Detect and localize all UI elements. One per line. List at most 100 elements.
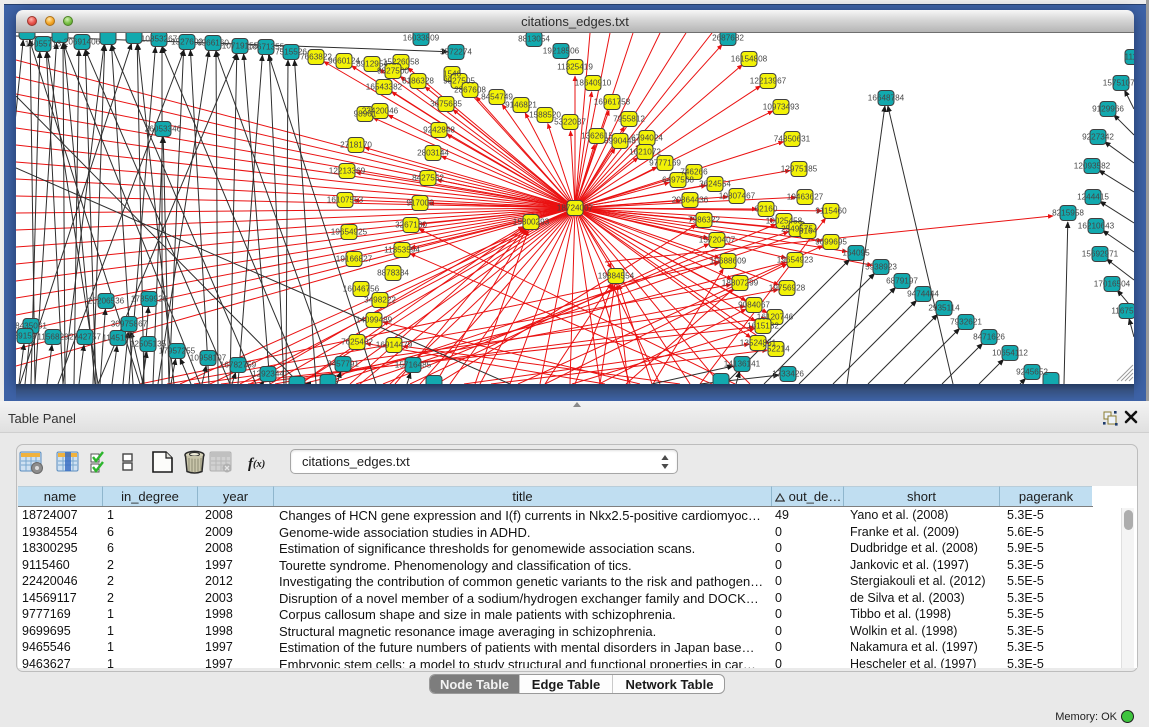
- svg-text:16648784: 16648784: [868, 94, 905, 103]
- svg-text:19654923: 19654923: [777, 256, 814, 265]
- svg-text:1621072: 1621072: [629, 148, 661, 157]
- svg-text:3498222: 3498222: [364, 296, 396, 305]
- svg-text:10807467: 10807467: [719, 192, 756, 201]
- svg-text:8215958: 8215958: [1052, 209, 1084, 218]
- svg-text:16120746: 16120746: [757, 313, 794, 322]
- svg-text:16782759: 16782759: [220, 361, 257, 370]
- svg-text:9084067: 9084067: [738, 301, 770, 310]
- svg-text:7932621: 7932621: [950, 318, 982, 327]
- svg-text:164095: 164095: [842, 249, 870, 258]
- svg-text:252214: 252214: [762, 345, 790, 354]
- svg-text:(x): (x): [253, 459, 265, 470]
- svg-text:9146821: 9146821: [505, 101, 537, 110]
- svg-text:20364436: 20364436: [672, 196, 709, 205]
- svg-text:74850631: 74850631: [774, 135, 811, 144]
- svg-text:16210643: 16210643: [1078, 222, 1115, 231]
- svg-text:3267130: 3267130: [395, 221, 427, 230]
- svg-text:16046756: 16046756: [343, 285, 380, 294]
- svg-text:39159: 39159: [16, 332, 37, 341]
- svg-text:16033809: 16033809: [403, 34, 440, 43]
- svg-text:1292344: 1292344: [252, 370, 284, 379]
- svg-text:917006: 917006: [406, 199, 434, 208]
- svg-text:19756928: 19756928: [769, 284, 806, 293]
- svg-text:8164: 8164: [799, 227, 818, 236]
- svg-text:1244415: 1244415: [1077, 193, 1109, 202]
- svg-text:7955812: 7955812: [613, 115, 645, 124]
- svg-text:8427552: 8427552: [412, 174, 444, 183]
- svg-text:8471626: 8471626: [973, 333, 1005, 342]
- svg-text:19463627: 19463627: [787, 193, 824, 202]
- svg-text:11353594: 11353594: [384, 246, 420, 255]
- svg-text:2803144: 2803144: [417, 149, 449, 158]
- svg-text:6879197: 6879197: [886, 277, 918, 286]
- svg-text:16543382: 16543382: [366, 83, 403, 92]
- svg-text:14099489: 14099489: [356, 316, 393, 325]
- svg-text:9827500: 9827500: [377, 67, 409, 76]
- svg-text:9457791: 9457791: [327, 360, 359, 369]
- svg-text:12975185: 12975185: [781, 165, 818, 174]
- svg-text:19166827: 19166827: [336, 255, 373, 264]
- svg-text:6497568: 6497568: [662, 176, 694, 185]
- svg-text:20206536: 20206536: [88, 297, 125, 306]
- svg-text:6794024: 6794024: [631, 134, 663, 143]
- svg-text:1733426: 1733426: [772, 370, 804, 379]
- svg-text:7625402: 7625402: [341, 338, 373, 347]
- svg-text:3572274: 3572274: [440, 48, 472, 57]
- svg-text:11325419: 11325419: [557, 63, 593, 72]
- svg-text:16107553: 16107553: [327, 196, 364, 205]
- svg-text:20691406: 20691406: [64, 38, 101, 47]
- svg-text:18807299: 18807299: [722, 279, 759, 288]
- svg-text:14055713: 14055713: [25, 40, 62, 49]
- svg-text:16961758: 16961758: [594, 98, 631, 107]
- svg-text:19654925: 19654925: [331, 228, 368, 237]
- svg-text:17016504: 17016504: [1094, 280, 1131, 289]
- svg-text:3675685: 3675685: [430, 100, 462, 109]
- svg-text:9242848: 9242848: [423, 126, 455, 135]
- svg-text:8435061: 8435061: [16, 322, 47, 331]
- svg-text:9527505: 9527505: [443, 77, 475, 86]
- svg-text:9777169: 9777169: [649, 159, 681, 168]
- svg-text:26053346: 26053346: [145, 125, 182, 134]
- svg-text:14136141: 14136141: [724, 360, 761, 369]
- svg-text:9129966: 9129966: [1092, 105, 1124, 114]
- svg-text:16154808: 16154808: [731, 55, 768, 64]
- svg-text:5938923: 5938923: [865, 263, 897, 272]
- svg-text:18724007: 18724007: [557, 204, 594, 213]
- svg-text:1615132: 1615132: [747, 322, 779, 331]
- svg-text:1156829: 1156829: [37, 333, 69, 342]
- svg-text:2942757: 2942757: [69, 333, 101, 342]
- svg-text:9115460: 9115460: [815, 207, 847, 216]
- svg-text:3624554: 3624554: [699, 180, 731, 189]
- svg-text:5322037: 5322037: [554, 118, 586, 127]
- svg-text:1167534: 1167534: [1111, 307, 1134, 316]
- svg-text:15720407: 15720407: [699, 236, 736, 245]
- svg-text:19384554: 19384554: [598, 272, 635, 281]
- svg-text:12093582: 12093582: [1074, 162, 1111, 171]
- svg-text:30975867: 30975867: [111, 320, 148, 329]
- svg-text:8878334: 8878334: [377, 269, 409, 278]
- svg-text:15751074: 15751074: [1103, 79, 1134, 88]
- svg-text:10973493: 10973493: [763, 103, 800, 112]
- svg-text:9227342: 9227342: [1082, 133, 1114, 142]
- svg-text:12213967: 12213967: [750, 77, 787, 86]
- svg-text:10654112: 10654112: [992, 349, 1028, 358]
- svg-text:62160: 62160: [755, 205, 778, 214]
- svg-text:8186328: 8186328: [402, 77, 434, 86]
- svg-text:12213369: 12213369: [329, 167, 366, 176]
- svg-text:1117: 1117: [1125, 53, 1135, 62]
- svg-text:15226058: 15226058: [383, 58, 420, 67]
- svg-text:7986322: 7986322: [688, 216, 720, 225]
- svg-text:9699695: 9699695: [815, 238, 847, 247]
- svg-text:9245652: 9245652: [1016, 368, 1048, 377]
- svg-text:2687682: 2687682: [712, 34, 744, 43]
- svg-text:2935114: 2935114: [928, 304, 960, 313]
- svg-text:15716485: 15716485: [395, 361, 432, 370]
- svg-text:23420046: 23420046: [362, 107, 399, 116]
- svg-text:17359926: 17359926: [131, 295, 168, 304]
- svg-text:15300293: 15300293: [513, 218, 550, 227]
- svg-text:10688609: 10688609: [710, 257, 747, 266]
- svg-text:8813054: 8813054: [518, 35, 550, 44]
- svg-text:15692971: 15692971: [1082, 250, 1119, 259]
- svg-text:9474444: 9474444: [907, 290, 939, 299]
- svg-text:2718170: 2718170: [340, 141, 372, 150]
